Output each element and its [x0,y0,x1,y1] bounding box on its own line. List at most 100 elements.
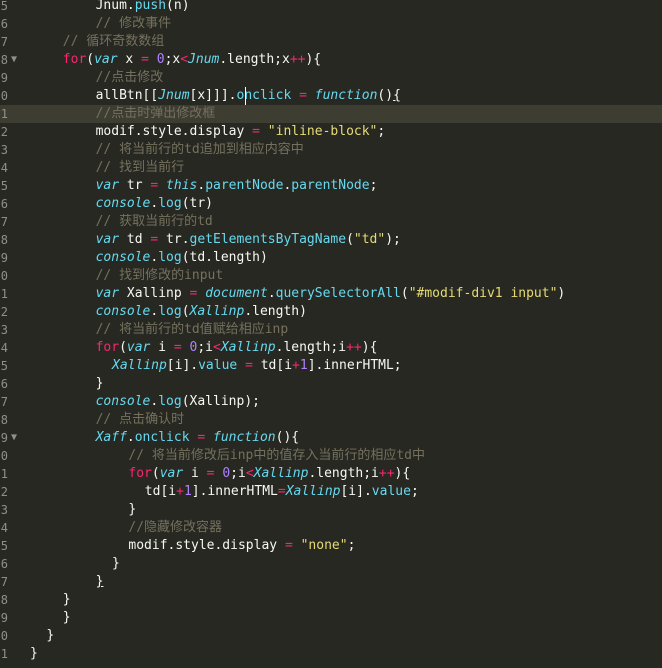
code-line[interactable]: 8 var td = tr.getElementsByTagName("td"); [0,231,662,249]
code-token: [i]. [340,484,372,499]
code-line[interactable]: 2 console.log(Xallinp.length) [0,303,662,321]
code-line[interactable]: 7 // 获取当前行的td [0,213,662,231]
code-token: var [159,466,184,481]
code-line[interactable]: 8 // 点击确认时 [0,411,662,429]
line-number: 1 [0,467,8,481]
code-line[interactable]: 4 //隐藏修改容器 [0,519,662,537]
code-text: // 修改事件 [96,15,171,33]
code-token: } [62,592,71,607]
code-token: = [245,358,253,373]
code-text: td[i+1].innerHTML=Xallinp[i].value; [145,483,419,501]
code-line[interactable]: 3} [0,501,662,519]
code-token: Jnum. [95,0,135,13]
line-number: 3 [0,503,8,517]
code-line[interactable]: 6 // 修改事件 [0,15,662,33]
code-line[interactable]: 3 // 将当前行的td追加到相应内容中 [0,141,662,159]
code-line[interactable]: 2 td[i+1].innerHTML=Xallinp[i].value; [0,483,662,501]
fold-arrow-icon[interactable]: ▼ [11,51,17,69]
code-token: 0 [156,52,165,67]
code-token: Xallinp [253,466,309,481]
code-token: allBtn[[ [95,88,159,103]
code-token: getElementsByTagName [189,232,347,247]
code-line[interactable]: 0 // 找到修改的input [0,267,662,285]
code-line[interactable]: 7 // 循环奇数数组 [0,33,662,51]
code-token: = [277,484,286,499]
code-text: // 将当前修改后inp中的值存入当前行的相应td中 [128,447,425,465]
code-line[interactable]: 5 Jnum.push(n) [0,0,662,15]
code-token: } [95,574,104,589]
code-token: onclick [134,430,190,445]
code-token: = [206,466,215,481]
text-cursor [245,87,246,105]
code-line[interactable]: 5 var tr = this.parentNode.parentNode; [0,177,662,195]
code-token: ].innerHTML; [307,358,402,373]
code-token: value [198,358,238,373]
code-line[interactable]: 6} [0,375,662,393]
code-text: allBtn[[Jnum[x]]].onclick = function(){ [96,87,401,105]
code-token: Xallinp [119,286,190,301]
code-line[interactable]: 5 modif.style.display = "none"; [0,537,662,555]
code-token: "td" [353,232,386,247]
code-token: } [112,556,120,571]
code-line[interactable]: 2 modif.style.display = "inline-block"; [0,123,662,141]
code-editor[interactable]: 5 Jnum.push(n) 6 // 修改事件 7// 循环奇数数组 8 ▼ for(var… [0,0,662,668]
code-line[interactable]: 7} [0,573,662,591]
code-token: = [299,88,307,103]
code-line[interactable]: 4 for(var i = 0;i<Xallinp.length;i++){ [0,339,662,357]
code-token: parentNode [205,178,284,193]
line-number: 5 [0,539,8,553]
code-token: } [30,646,38,661]
fold-arrow-icon[interactable]: ▼ [11,429,17,447]
code-line[interactable]: 0 allBtn[[Jnum[x]]].onclick = function(){ [0,87,662,105]
code-line[interactable]: 1} [0,645,662,663]
code-token: log [158,196,182,211]
code-line[interactable]: 6} [0,555,662,573]
code-line[interactable]: 7 console.log(Xallinp); [0,393,662,411]
code-token: 0 [222,466,231,481]
code-line[interactable]: 9 //点击修改 [0,69,662,87]
line-number: 2 [0,305,8,319]
code-token: ( [346,232,354,247]
code-token: ){ [361,340,378,355]
code-line[interactable]: 9} [0,609,662,627]
code-token: td[i [144,484,177,499]
code-line[interactable]: 5 Xallinp[i].value = td[i+1].innerHTML; [0,357,662,375]
code-token: (){ [275,430,300,445]
line-number: 0 [0,629,8,643]
code-text: // 将当前行的td值赋给相应inp [96,321,289,339]
code-line[interactable]: 1 //点击时弹出修改框 [0,105,662,123]
code-token: (Xallinp); [181,394,260,409]
code-text: modif.style.display = "none"; [128,537,355,555]
code-token: Jnum [188,52,220,67]
line-number: 3 [0,323,8,337]
code-line[interactable]: 0} [0,627,662,645]
code-token: modif.style.display [95,124,253,139]
code-line[interactable]: 3 // 将当前行的td值赋给相应inp [0,321,662,339]
code-line[interactable]: 1 for(var i = 0;i<Xallinp.length;i++){ [0,465,662,483]
code-token: ++ [289,52,306,67]
code-line[interactable]: 0 // 将当前修改后inp中的值存入当前行的相应td中 [0,447,662,465]
code-line[interactable]: 4 // 找到当前行 [0,159,662,177]
line-number: 8 [0,53,8,67]
line-number: 6 [0,17,8,31]
code-line[interactable]: 6 console.log(tr) [0,195,662,213]
code-text: var Xallinp = document.querySelectorAll(… [96,285,566,303]
code-token: parentNode [291,178,370,193]
line-number: 2 [0,125,8,139]
code-line[interactable]: 9 ▼ Xaff.onclick = function(){ [0,429,662,447]
code-line[interactable]: 1 var Xallinp = document.querySelectorAll… [0,285,662,303]
code-text: } [128,501,136,519]
code-line[interactable]: 9 console.log(td.length) [0,249,662,267]
code-token: // 找到修改的input [95,268,224,283]
code-token: console [95,304,151,319]
code-line[interactable]: 8} [0,591,662,609]
code-token: modif.style.display [128,538,285,553]
code-line[interactable]: 8 ▼ for(var x = 0;x<Jnum.length;x++){ [0,51,662,69]
code-token: ;i [230,466,246,481]
